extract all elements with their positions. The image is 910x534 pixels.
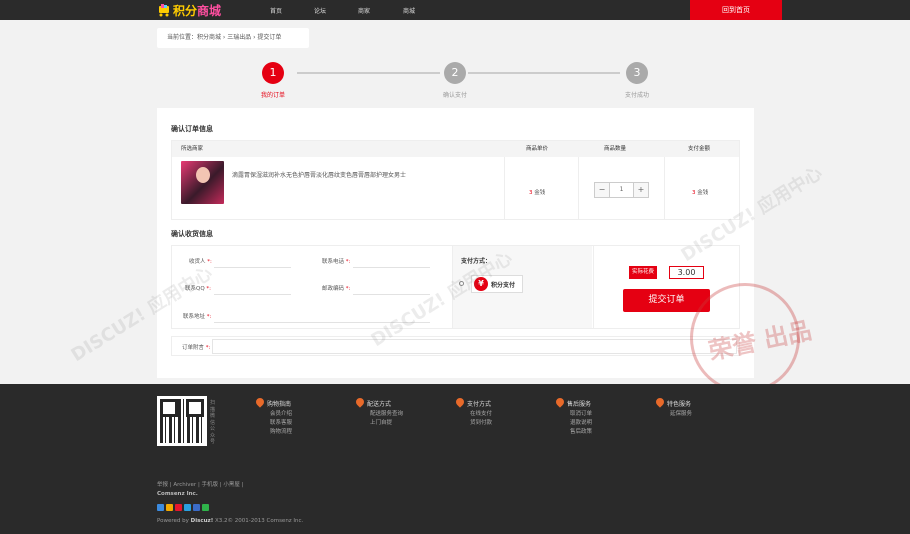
product-image[interactable] [181,161,224,204]
zip-label: 邮政编码 *: [322,286,351,292]
column-divider [664,157,665,219]
footer-company: Comsenz Inc. [157,491,198,497]
col-quantity: 商品数量 [604,146,627,152]
footer-link[interactable]: 上门自提 [370,420,403,426]
qr-caption: 扫描微信公众号 [210,400,216,445]
step-2-circle: 2 [444,62,466,84]
location-pin-icon [256,398,264,408]
receiver-form: 收货人 *: 联系电话 *: 联系QQ *: 邮政编码 *: 联系地址 *: 支… [171,245,740,329]
footer-col-shopping-guide: 购物指南 会员介绍 联系客服 购物流程 [256,398,292,436]
tencent-weibo-icon[interactable] [166,504,173,511]
nav-merchants[interactable]: 商家 [358,6,370,15]
sina-weibo-icon[interactable] [175,504,182,511]
order-note-label: 订单附言 *: [182,345,211,351]
actual-cost-value: 3.00 [669,266,704,279]
payment-method-title: 支付方式： [461,258,492,265]
order-note-row: 订单附言 *: [171,336,740,356]
footer-link[interactable]: 联系客服 [270,420,292,426]
footer-link[interactable]: 在线支付 [470,411,492,417]
footer-col-payment: 支付方式 在线支付 货到付款 [456,398,492,427]
order-progress-steps: 1 2 3 我的订单 确认支付 支付成功 [0,58,910,102]
wechat-qr-code [157,396,207,446]
column-divider [504,157,505,219]
total-price: 3 金钱 [692,190,709,196]
receiver-section-title: 确认收货信息 [171,230,213,238]
payment-option-label: 积分支付 [491,281,516,289]
col-unit-price: 商品单价 [526,146,549,152]
quantity-stepper: − 1 + [594,182,649,198]
logo-text: 积分商城 [173,3,222,18]
quantity-decrease-button[interactable]: − [595,183,609,197]
submit-order-button[interactable]: 提交订单 [623,289,710,312]
order-note-input[interactable] [212,339,737,354]
wechat-icon[interactable] [202,504,209,511]
qq-input[interactable] [214,294,291,295]
top-bar: 积分商城 首页 论坛 商家 商城 回到首页 [0,0,910,20]
footer-utility-links[interactable]: 举报 | Archiver | 手机版 | 小黑屋 | [157,480,244,488]
site-logo[interactable]: 积分商城 [157,2,221,18]
footer-col-after-sales: 售后服务 取消订单 退款说明 售后政策 [556,398,592,436]
quantity-input[interactable]: 1 [609,183,634,197]
footer-link[interactable]: 延保服务 [670,411,692,417]
order-summary-panel: 实际花费 3.00 提交订单 [593,246,740,328]
nav-home[interactable]: 首页 [270,6,282,15]
footer-col-delivery: 配送方式 配送服务查询 上门自提 [356,398,403,427]
points-payment-option[interactable]: ¥ 积分支付 [471,275,523,293]
unit-price: 3 金钱 [529,190,546,196]
footer-link[interactable]: 售后政策 [570,429,592,435]
location-pin-icon [556,398,564,408]
step-1-circle: 1 [262,62,284,84]
col-seller: 所选商家 [181,146,204,152]
phone-input[interactable] [353,267,430,268]
receiver-name-input[interactable] [214,267,291,268]
footer-link[interactable]: 购物流程 [270,429,292,435]
order-table: 所选商家 商品单价 商品数量 支付金额 滴露胃保湿滋润补水无色护唇膏淡化唇纹变色… [171,140,740,220]
location-pin-icon [356,398,364,408]
nav-forum[interactable]: 论坛 [314,6,326,15]
actual-cost-label: 实际花费 [629,266,658,279]
payment-method-panel: 支付方式： ¥ 积分支付 [452,246,592,328]
qq-icon[interactable] [184,504,191,511]
step-connector [468,72,620,74]
footer-link[interactable]: 配送服务查询 [370,411,403,417]
zip-input[interactable] [353,294,430,295]
address-label: 联系地址 *: [183,314,212,320]
yen-icon: ¥ [474,277,488,291]
location-pin-icon [656,398,664,408]
table-header: 所选商家 商品单价 商品数量 支付金额 [172,141,739,157]
step-connector [297,72,440,74]
footer-link[interactable]: 货到付款 [470,420,492,426]
order-section-title: 确认订单信息 [171,125,213,133]
footer-link[interactable]: 取消订单 [570,411,592,417]
powered-by: Powered by Discuz! X3.2© 2001-2013 Comse… [157,518,304,524]
nav-mall[interactable]: 商城 [403,6,415,15]
footer-link[interactable]: 退款说明 [570,420,592,426]
qzone-icon[interactable] [157,504,164,511]
phone-label: 联系电话 *: [322,259,351,265]
qq-label: 联系QQ *: [185,286,212,292]
footer-col-special: 特色服务 延保服务 [656,398,692,418]
receiver-name-label: 收货人 *: [189,259,212,265]
footer-link[interactable]: 会员介绍 [270,411,292,417]
quantity-increase-button[interactable]: + [634,183,648,197]
shopping-cart-icon [159,4,169,17]
step-2-label: 确认支付 [442,92,468,99]
renren-icon[interactable] [193,504,200,511]
order-card: 确认订单信息 所选商家 商品单价 商品数量 支付金额 滴露胃保湿滋润补水无色护唇… [157,108,754,378]
step-3-circle: 3 [626,62,648,84]
col-total: 支付金额 [688,146,711,152]
product-name[interactable]: 滴露胃保湿滋润补水无色护唇膏淡化唇纹变色唇膏唇部护理女男士 [232,171,422,180]
step-3-label: 支付成功 [624,92,650,99]
site-footer: 扫描微信公众号 购物指南 会员介绍 联系客服 购物流程 配送方式 配送服务查询 … [0,384,910,534]
breadcrumb[interactable]: 当前位置：积分商城 › 三瑞出品 › 提交订单 [157,28,309,48]
social-share-icons [157,504,209,511]
location-pin-icon [456,398,464,408]
payment-radio[interactable] [459,281,464,286]
step-1-label: 我的订单 [260,92,286,99]
column-divider [578,157,579,219]
address-input[interactable] [214,322,430,323]
back-home-button[interactable]: 回到首页 [690,0,782,20]
